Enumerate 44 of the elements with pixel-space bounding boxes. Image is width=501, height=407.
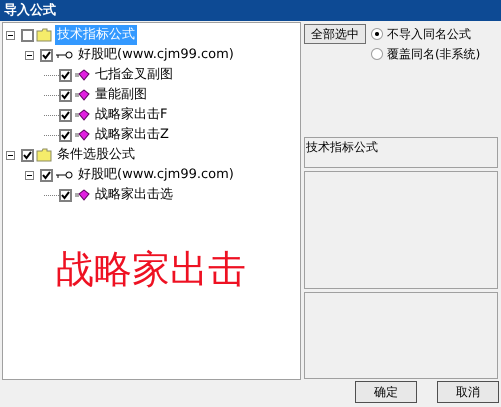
checkbox[interactable] (40, 48, 53, 62)
radio-button[interactable] (371, 28, 383, 40)
gem-icon (74, 69, 90, 81)
checkbox[interactable] (21, 28, 34, 42)
tree-item[interactable]: 条件选股公式 (55, 145, 137, 165)
checkbox[interactable] (59, 128, 72, 142)
minus-icon (8, 152, 13, 158)
checkbox[interactable] (59, 68, 72, 82)
checkbox[interactable] (59, 188, 72, 202)
tree-item[interactable]: 战略家出击选 (93, 185, 175, 205)
tree-item[interactable]: 七指金叉副图 (93, 65, 175, 85)
minus-icon (27, 52, 32, 58)
dialog-button[interactable]: 取消 (437, 381, 499, 403)
overlay-text: 战略家出击 (56, 246, 246, 293)
tree-item[interactable]: 战略家出击F (93, 105, 170, 125)
radio-option[interactable]: 不导入同名公式 (371, 24, 480, 44)
gem-icon (74, 89, 90, 101)
collapse-toggle[interactable] (6, 150, 15, 160)
radio-option[interactable]: 覆盖同名(非系统) (371, 44, 480, 64)
radio-button[interactable] (371, 48, 383, 60)
info-box: 技术指标公式 (304, 137, 498, 168)
checkbox[interactable] (59, 108, 72, 122)
gem-icon (74, 109, 90, 121)
collapse-toggle[interactable] (25, 170, 34, 180)
gem-icon (74, 189, 90, 201)
key-icon (55, 171, 73, 179)
key-icon (55, 51, 73, 59)
tree-item[interactable]: 好股吧(www.cjm99.com) (76, 45, 236, 65)
tree-item[interactable]: 好股吧(www.cjm99.com) (76, 165, 236, 185)
collapse-toggle[interactable] (6, 30, 15, 40)
minus-icon (27, 172, 32, 178)
folder-icon (36, 28, 52, 42)
collapse-toggle[interactable] (25, 50, 34, 60)
select-all-button[interactable]: 全部选中 (304, 24, 366, 44)
window-title: 导入公式 (4, 2, 56, 20)
tree-item[interactable]: 量能副图 (93, 85, 149, 105)
checkbox[interactable] (59, 88, 72, 102)
checkbox[interactable] (21, 148, 34, 162)
folder-icon (36, 148, 52, 162)
checkbox[interactable] (40, 168, 53, 182)
tree-item[interactable]: 战略家出击Z (93, 125, 171, 145)
dialog-button[interactable]: 确定 (355, 381, 417, 403)
gem-icon (74, 129, 90, 141)
minus-icon (8, 32, 13, 38)
